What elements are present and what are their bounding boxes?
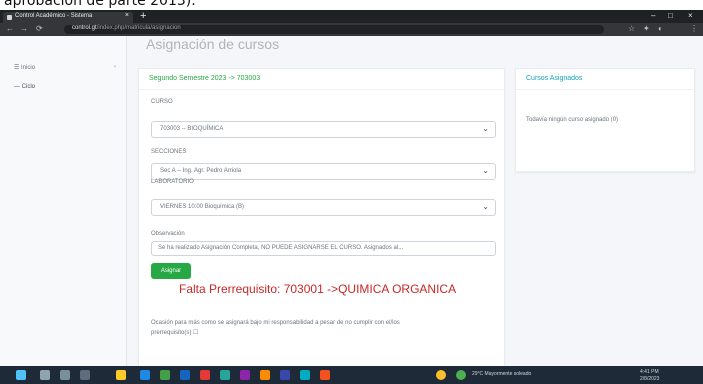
widgets-icon[interactable] bbox=[80, 370, 90, 380]
task-view-icon[interactable] bbox=[60, 370, 70, 380]
powerpoint-icon[interactable] bbox=[200, 370, 210, 380]
observacion-label: Observación bbox=[151, 231, 185, 237]
sidebar: ☰ Inicio ‹ — Ciclo bbox=[0, 36, 127, 366]
chrome-icon[interactable] bbox=[436, 370, 446, 380]
observacion-value: Se ha realizado Asignación Completa, NO … bbox=[158, 245, 404, 251]
edge-icon[interactable] bbox=[140, 370, 150, 380]
search-icon[interactable] bbox=[40, 370, 50, 380]
app-icon[interactable] bbox=[320, 370, 330, 380]
chevron-down-icon: ⌄ bbox=[482, 202, 489, 211]
facebook-icon[interactable] bbox=[280, 370, 290, 380]
start-icon[interactable] bbox=[16, 370, 26, 380]
laboratorio-select-value: VIERNES 10:00 Bioquímica (B) bbox=[160, 204, 245, 210]
url-text: control.gt/index.php/matricula/asignacio… bbox=[72, 25, 181, 31]
back-icon[interactable]: ← bbox=[6, 24, 14, 33]
clock-date[interactable]: 2/8/2023 bbox=[640, 376, 659, 382]
profile-icon[interactable]: ◐ bbox=[658, 24, 663, 33]
forward-icon[interactable]: → bbox=[20, 24, 28, 33]
browser-address-bar: ← → ⟳ control.gt/index.php/matricula/asi… bbox=[0, 23, 703, 36]
browser-tab[interactable]: Control Académico - Sistema × bbox=[3, 12, 133, 23]
excel-icon[interactable] bbox=[160, 370, 170, 380]
reload-icon[interactable]: ⟳ bbox=[36, 24, 43, 33]
page-content: ☰ Inicio ‹ — Ciclo Asignación de cursos … bbox=[0, 36, 703, 384]
sidebar-item-inicio[interactable]: ☰ Inicio bbox=[14, 64, 35, 71]
seccion-label: SECCIONES bbox=[151, 149, 187, 155]
sidebar-item-ciclo[interactable]: — Ciclo bbox=[14, 84, 35, 90]
url-path: /index.php/matricula/asignacion bbox=[96, 25, 181, 31]
seccion-select[interactable]: Sec A -- Ing. Agr. Pedro Arriola ⌄ bbox=[151, 163, 496, 180]
teams-icon[interactable] bbox=[220, 370, 230, 380]
url-field[interactable]: control.gt/index.php/matricula/asignacio… bbox=[64, 25, 604, 34]
assigned-courses-title: Cursos Asignados bbox=[526, 75, 583, 82]
browser-menu-icon[interactable]: ⋮ bbox=[690, 24, 698, 33]
assigned-courses-card: Cursos Asignados Todavía ningún curso as… bbox=[515, 68, 695, 172]
store-icon[interactable] bbox=[300, 370, 310, 380]
outlook-icon[interactable] bbox=[260, 370, 270, 380]
responsibility-checkbox-label[interactable]: prerrequisito(s) ☐ bbox=[151, 329, 198, 336]
page-caption: aprobación de parte 2013). bbox=[0, 0, 703, 10]
new-tab-button[interactable]: + bbox=[140, 10, 146, 22]
weather-icon[interactable] bbox=[456, 370, 466, 380]
laboratorio-select[interactable]: VIERNES 10:00 Bioquímica (B) ⌄ bbox=[151, 199, 496, 216]
observacion-field[interactable]: Se ha realizado Asignación Completa, NO … bbox=[151, 241, 496, 256]
maximize-icon[interactable]: □ bbox=[668, 11, 673, 20]
curso-select-value: 703003 -- BIOQUÍMICA bbox=[160, 126, 224, 132]
close-window-icon[interactable]: × bbox=[688, 11, 693, 20]
chevron-left-icon[interactable]: ‹ bbox=[114, 64, 116, 70]
responsibility-note: Ocasión para más como se asignará bajo m… bbox=[151, 320, 400, 326]
bookmark-star-icon[interactable]: ☆ bbox=[628, 24, 635, 33]
weather-text[interactable]: 29°C Mayormente soleado bbox=[472, 371, 531, 377]
onenote-icon[interactable] bbox=[240, 370, 250, 380]
file-explorer-icon[interactable] bbox=[116, 370, 126, 380]
tab-title: Control Académico - Sistema bbox=[15, 13, 93, 19]
clock-time[interactable]: 4:41 PM bbox=[640, 369, 659, 375]
curso-select[interactable]: 703003 -- BIOQUÍMICA ⌄ bbox=[151, 121, 496, 138]
semester-heading: Segundo Semestre 2023 -> 703003 bbox=[149, 75, 261, 82]
curso-label: CURSO bbox=[151, 99, 173, 105]
chevron-down-icon: ⌄ bbox=[482, 166, 489, 175]
extension-icon[interactable]: ✦ bbox=[643, 24, 650, 33]
assignment-card-header: Segundo Semestre 2023 -> 703003 bbox=[139, 69, 504, 90]
favicon-icon bbox=[7, 15, 12, 20]
prerequisite-warning: Falta Prerrequisito: 703001 ->QUIMICA OR… bbox=[179, 282, 457, 296]
caption-text: aprobación de parte 2013). bbox=[4, 0, 196, 9]
asignar-button[interactable]: Asignar bbox=[151, 263, 191, 279]
close-tab-icon[interactable]: × bbox=[125, 12, 129, 19]
screenshot: aprobación de parte 2013). Control Acadé… bbox=[0, 0, 703, 384]
url-host: control.gt bbox=[72, 25, 97, 31]
assigned-courses-header: Cursos Asignados bbox=[516, 69, 694, 90]
laboratorio-label: LABORATORIO bbox=[151, 179, 194, 185]
assignment-card: Segundo Semestre 2023 -> 703003 CURSO 70… bbox=[138, 68, 505, 368]
seccion-select-value: Sec A -- Ing. Agr. Pedro Arriola bbox=[160, 168, 242, 174]
chevron-down-icon: ⌄ bbox=[482, 124, 489, 133]
windows-taskbar: 29°C Mayormente soleado 4:41 PM 2/8/2023 bbox=[0, 366, 703, 384]
assigned-courses-empty: Todavía ningún curso asignado (0) bbox=[526, 117, 619, 123]
minimize-icon[interactable]: – bbox=[651, 11, 655, 20]
word-icon[interactable] bbox=[180, 370, 190, 380]
browser-tab-bar: Control Académico - Sistema × + – □ × bbox=[0, 10, 703, 23]
page-title: Asignación de cursos bbox=[146, 36, 280, 52]
